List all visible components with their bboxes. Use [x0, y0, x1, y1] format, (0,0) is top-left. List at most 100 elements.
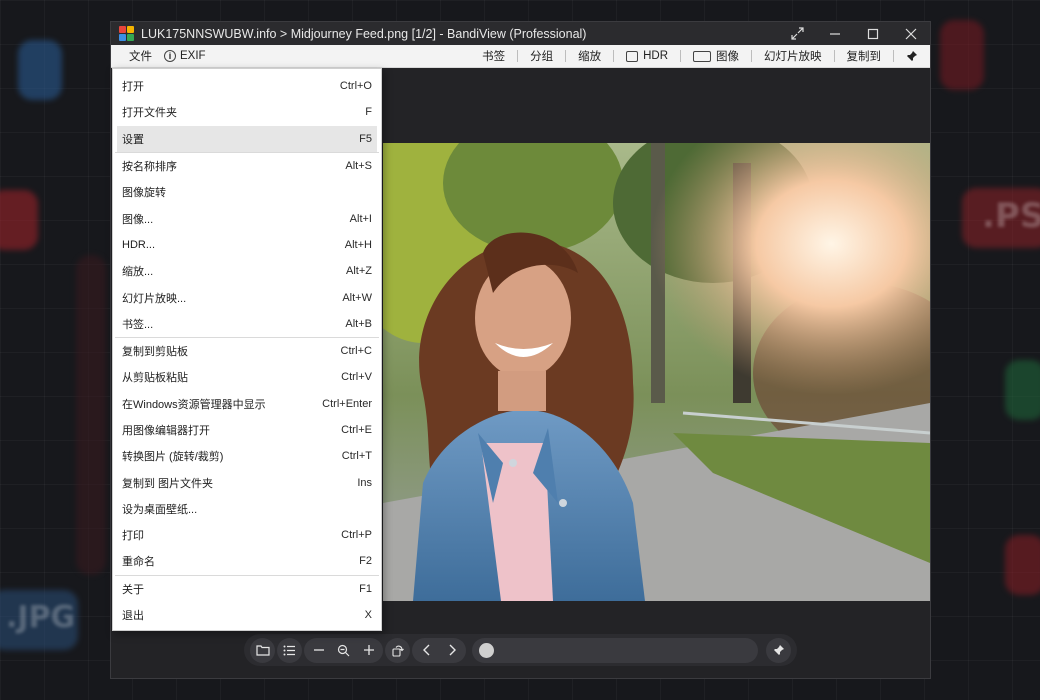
menu-item-shortcut: X	[364, 609, 372, 622]
background-shape	[1005, 360, 1040, 420]
zoom-out-icon[interactable]	[306, 638, 331, 663]
menu-bookmarks[interactable]: 书签... Alt+B	[113, 311, 381, 337]
menu-rename[interactable]: 重命名 F2	[113, 548, 381, 574]
menu-image[interactable]: 图像	[687, 45, 745, 68]
menu-item-label: 复制到 图片文件夹	[122, 477, 214, 490]
menu-item-shortcut: Ctrl+C	[340, 345, 372, 358]
menu-open-folder[interactable]: 打开文件夹 F	[113, 99, 381, 125]
menu-slideshow[interactable]: 幻灯片放映... Alt+W	[113, 284, 381, 310]
background-jpg-tag: .JPG	[6, 600, 76, 635]
menu-exit[interactable]: 退出 X	[113, 602, 381, 628]
menu-image-label: 图像	[716, 51, 739, 63]
pin-toolbar-icon[interactable]	[766, 637, 791, 663]
menu-group[interactable]: 分组	[524, 45, 559, 68]
minimize-button[interactable]	[816, 22, 854, 45]
menu-item-label: 按名称排序	[122, 161, 177, 174]
menu-open-editor[interactable]: 用图像编辑器打开 Ctrl+E	[113, 417, 381, 443]
hdr-icon	[626, 50, 639, 62]
menu-paste-clipboard[interactable]: 从剪贴板粘贴 Ctrl+V	[113, 364, 381, 390]
menu-rotate-image[interactable]: 图像旋转	[113, 179, 381, 205]
menu-item-label: 转换图片 (旋转/裁剪)	[122, 451, 224, 464]
displayed-photo	[383, 143, 930, 601]
title-bar[interactable]: LUK175NNSWUBW.info > Midjourney Feed.png…	[111, 22, 930, 45]
navigation-controls	[412, 637, 466, 663]
menu-item-shortcut: Ctrl+P	[341, 529, 372, 542]
list-icon[interactable]	[277, 637, 302, 663]
menu-item-label: 打印	[122, 530, 144, 543]
menu-item-label: 关于	[122, 583, 144, 596]
menu-item-shortcut: F1	[359, 582, 372, 595]
background-shape	[18, 40, 62, 100]
menu-item-shortcut: Ctrl+E	[341, 424, 372, 436]
zoom-fit-icon[interactable]	[331, 638, 356, 663]
menu-item-shortcut: Alt+W	[342, 291, 372, 304]
zoom-in-icon[interactable]	[356, 638, 381, 663]
menu-file[interactable]: 文件	[123, 45, 158, 68]
menu-item-label: 幻灯片放映...	[122, 292, 187, 305]
menu-item-shortcut: Ctrl+O	[339, 80, 372, 93]
window-title: LUK175NNSWUBW.info > Midjourney Feed.png…	[141, 26, 587, 41]
menu-item-label: 打开文件夹	[122, 107, 177, 120]
menu-item-label: 退出	[122, 610, 144, 623]
menu-item-label: 书签...	[122, 318, 154, 331]
menu-copy-to[interactable]: 复制到	[841, 45, 888, 68]
menu-item-shortcut: F	[365, 106, 372, 119]
menu-item-shortcut: Ctrl+T	[341, 450, 372, 463]
menu-hdr[interactable]: HDR... Alt+H	[113, 232, 381, 258]
menu-item-shortcut: F2	[359, 555, 372, 568]
menu-copy-to-folder[interactable]: 复制到 图片文件夹 Ins	[113, 469, 381, 495]
menu-item-label: 重命名	[122, 556, 155, 569]
bottom-toolbar	[244, 634, 797, 666]
menu-item-label: HDR...	[122, 238, 155, 251]
menu-item-label: 在Windows资源管理器中显示	[122, 398, 266, 411]
menu-hdr[interactable]: HDR	[620, 45, 674, 68]
menu-divider	[517, 50, 519, 62]
next-icon[interactable]	[439, 638, 464, 663]
menu-item-shortcut: F5	[359, 132, 372, 145]
menu-copy-clipboard[interactable]: 复制到剪贴板 Ctrl+C	[113, 338, 381, 364]
bandiview-logo-icon	[119, 26, 134, 41]
menu-set-wallpaper[interactable]: 设为桌面壁纸...	[113, 496, 381, 522]
menu-item-label: 缩放...	[122, 266, 154, 279]
menu-item-shortcut: Alt+H	[344, 238, 372, 251]
background-shape	[1005, 535, 1040, 595]
menu-item-shortcut: Ins	[357, 476, 372, 489]
background-shape	[0, 190, 38, 250]
close-button[interactable]	[892, 22, 930, 45]
menu-settings[interactable]: 设置 F5	[117, 125, 377, 152]
menu-exif-label: EXIF	[180, 50, 206, 62]
zoom-controls	[304, 637, 383, 663]
menu-slideshow[interactable]: 幻灯片放映	[758, 45, 828, 68]
menu-item-label: 复制到剪贴板	[122, 346, 188, 359]
rotate-icon[interactable]	[385, 637, 410, 663]
menu-about[interactable]: 关于 F1	[113, 576, 381, 602]
menu-divider	[565, 50, 567, 62]
menu-convert-image[interactable]: 转换图片 (旋转/裁剪) Ctrl+T	[113, 443, 381, 469]
image-icon	[693, 50, 711, 62]
menu-image[interactable]: 图像... Alt+I	[113, 205, 381, 231]
menu-show-in-explorer[interactable]: 在Windows资源管理器中显示 Ctrl+Enter	[113, 391, 381, 417]
menu-item-shortcut: Ctrl+Enter	[322, 397, 372, 410]
menu-item-shortcut: Alt+I	[349, 212, 372, 225]
menu-exif[interactable]: i EXIF	[158, 45, 212, 68]
menu-item-shortcut: Ctrl+V	[341, 371, 372, 384]
background-psd-tag: .PSD	[982, 196, 1040, 236]
menu-divider	[833, 50, 835, 62]
menu-open[interactable]: 打开 Ctrl+O	[113, 73, 381, 99]
prev-icon[interactable]	[414, 638, 439, 663]
menu-item-label: 用图像编辑器打开	[122, 425, 210, 437]
maximize-button[interactable]	[854, 22, 892, 45]
pin-icon[interactable]	[900, 45, 924, 68]
menu-zoom[interactable]: 缩放	[572, 45, 607, 68]
page-slider[interactable]	[472, 637, 758, 663]
menu-print[interactable]: 打印 Ctrl+P	[113, 522, 381, 548]
slider-handle[interactable]	[479, 642, 494, 658]
folder-icon[interactable]	[250, 637, 275, 663]
menu-item-label: 打开	[122, 81, 144, 94]
menu-zoom[interactable]: 缩放... Alt+Z	[113, 258, 381, 284]
expand-icon[interactable]	[778, 22, 816, 45]
menu-bookmark[interactable]: 书签	[476, 45, 511, 68]
menu-item-label: 图像旋转	[122, 187, 166, 200]
menu-item-label: 设置	[122, 133, 144, 146]
menu-sort-by-name[interactable]: 按名称排序 Alt+S	[113, 153, 381, 179]
